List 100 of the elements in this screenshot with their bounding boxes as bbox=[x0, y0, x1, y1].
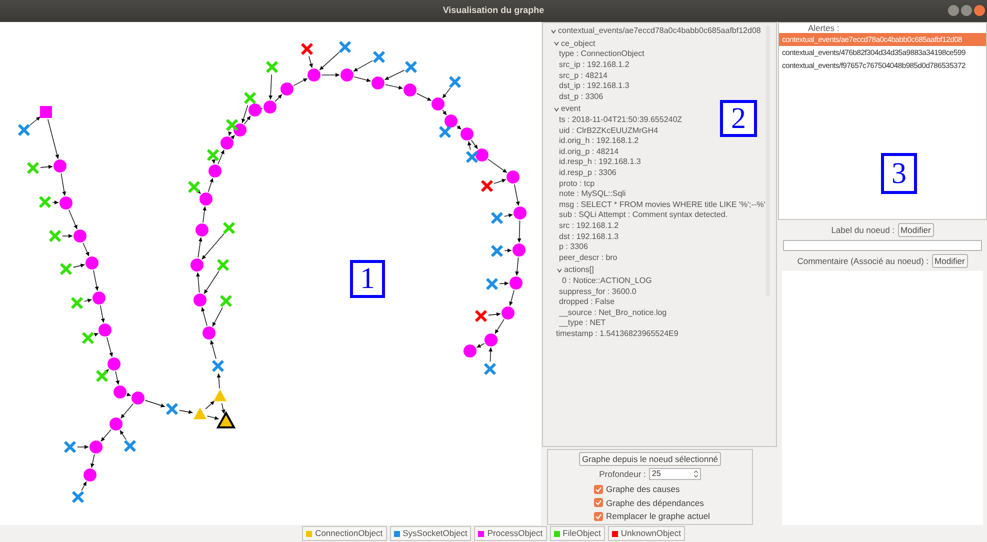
socket-node[interactable] bbox=[486, 278, 498, 290]
process-node[interactable] bbox=[208, 164, 222, 178]
minimize-icon[interactable] bbox=[948, 5, 959, 16]
process-node[interactable] bbox=[506, 170, 520, 184]
process-node[interactable] bbox=[98, 324, 112, 336]
process-node[interactable] bbox=[404, 84, 416, 96]
process-node[interactable] bbox=[132, 392, 144, 404]
process-node[interactable] bbox=[460, 128, 474, 140]
process-node[interactable] bbox=[190, 258, 204, 272]
process-node[interactable] bbox=[514, 206, 526, 220]
expand-icon[interactable] bbox=[554, 41, 559, 46]
tree-item[interactable]: contextual_events/ae7eccd78a0c4babb0c685aafbf12d08 bbox=[558, 27, 761, 36]
connection-node[interactable] bbox=[216, 410, 236, 428]
socket-node[interactable] bbox=[490, 244, 504, 258]
file-node[interactable] bbox=[48, 230, 62, 242]
tree-item[interactable]: note : MySQL::Sqli bbox=[559, 190, 626, 198]
process-node[interactable] bbox=[340, 68, 354, 82]
tree-item[interactable]: __type : NET bbox=[559, 319, 606, 328]
file-node[interactable] bbox=[216, 258, 230, 272]
process-node[interactable] bbox=[464, 344, 476, 358]
tree-item[interactable]: dropped : False bbox=[559, 298, 615, 306]
node-label-field[interactable] bbox=[783, 240, 982, 251]
tree-item[interactable]: id.resp_h : 192.168.1.3 bbox=[559, 158, 641, 166]
maximize-icon[interactable] bbox=[961, 5, 972, 16]
tree-item[interactable]: uid : ClrB2ZKcEUUZMrGH4 bbox=[559, 126, 658, 135]
tree-item[interactable]: 0 : Notice::ACTION_LOG bbox=[562, 276, 652, 285]
tree-item[interactable]: ts : 2018-11-04T21:50:39.655240Z bbox=[559, 116, 682, 124]
process-node[interactable] bbox=[372, 76, 384, 90]
socket-node[interactable] bbox=[72, 490, 84, 504]
process-node[interactable] bbox=[248, 104, 262, 116]
process-node[interactable] bbox=[512, 244, 526, 256]
file-node[interactable] bbox=[70, 296, 84, 310]
file-node[interactable] bbox=[60, 262, 72, 276]
tree-item[interactable]: event bbox=[561, 105, 581, 114]
process-node[interactable] bbox=[110, 418, 122, 430]
socket-node[interactable] bbox=[466, 150, 478, 164]
expand-icon[interactable] bbox=[554, 106, 559, 112]
checkbox[interactable] bbox=[594, 498, 603, 508]
file-node[interactable] bbox=[222, 222, 236, 234]
socket-node[interactable] bbox=[166, 402, 178, 416]
socket-node[interactable] bbox=[404, 60, 418, 74]
tree-item[interactable]: sub : SQLi Attempt : Comment syntax detected. bbox=[559, 211, 728, 220]
tree-item[interactable]: ce_object bbox=[561, 40, 596, 48]
process-node[interactable] bbox=[308, 68, 320, 82]
socket-node[interactable] bbox=[448, 76, 462, 88]
tree-item[interactable]: src : 192.168.1.2 bbox=[559, 222, 619, 230]
graph-button[interactable]: Graphe depuis le noeud sélectionné bbox=[578, 452, 722, 466]
file-node[interactable] bbox=[38, 196, 52, 208]
process-node[interactable] bbox=[280, 82, 294, 96]
process-node[interactable] bbox=[200, 192, 212, 206]
tree-item[interactable]: timestamp : 1.54136823965524E9 bbox=[556, 330, 678, 338]
modify-button[interactable]: Modifier bbox=[932, 254, 968, 268]
process-node[interactable] bbox=[108, 358, 120, 370]
tree-item[interactable]: src_ip : 192.168.1.2 bbox=[559, 61, 630, 70]
tree-item[interactable]: __source : Net_Bro_notice.log bbox=[559, 308, 667, 317]
tree-item[interactable]: id.orig_h : 192.168.1.2 bbox=[559, 137, 639, 146]
tree-item[interactable]: id.orig_p : 48214 bbox=[559, 148, 619, 156]
process-node[interactable] bbox=[220, 136, 234, 150]
expand-icon[interactable] bbox=[551, 28, 556, 34]
expand-icon[interactable] bbox=[557, 268, 562, 273]
process-node[interactable] bbox=[432, 98, 444, 110]
file-node[interactable] bbox=[82, 332, 94, 344]
tree-item[interactable]: suppress_for : 3600.0 bbox=[559, 288, 636, 296]
modify-button[interactable]: Modifier bbox=[898, 223, 934, 237]
file-node[interactable] bbox=[188, 180, 200, 194]
unknown-node[interactable] bbox=[474, 310, 488, 322]
tree-item[interactable]: dst : 192.168.1.3 bbox=[559, 232, 619, 241]
tree-item[interactable]: p : 3306 bbox=[559, 243, 588, 252]
process-node[interactable] bbox=[54, 160, 66, 172]
process-node[interactable] bbox=[92, 292, 106, 304]
checkbox[interactable] bbox=[594, 484, 603, 494]
socket-node[interactable] bbox=[18, 124, 30, 136]
tree-item[interactable]: actions[] bbox=[564, 266, 594, 274]
tree-item[interactable]: type : ConnectionObject bbox=[559, 50, 644, 58]
checkbox[interactable] bbox=[594, 512, 603, 522]
file-node[interactable] bbox=[96, 370, 108, 382]
tree-item[interactable]: dst_ip : 192.168.1.3 bbox=[559, 82, 630, 90]
file-node[interactable] bbox=[266, 60, 278, 74]
tree-item[interactable]: dst_p : 3306 bbox=[559, 92, 604, 101]
process-node[interactable] bbox=[264, 100, 276, 114]
process-node[interactable] bbox=[510, 276, 522, 290]
socket-node[interactable] bbox=[338, 40, 352, 54]
tree-item[interactable]: src_p : 48214 bbox=[559, 72, 608, 80]
connection-node[interactable] bbox=[214, 390, 226, 402]
process-node[interactable] bbox=[502, 306, 514, 320]
process-node[interactable] bbox=[196, 224, 208, 236]
unknown-node[interactable] bbox=[480, 180, 494, 192]
process-node[interactable] bbox=[484, 334, 498, 346]
process-node[interactable] bbox=[444, 114, 458, 128]
socket-node[interactable] bbox=[124, 440, 136, 452]
file-node[interactable] bbox=[244, 92, 256, 104]
socket-node[interactable] bbox=[484, 362, 496, 376]
close-icon[interactable] bbox=[974, 5, 985, 16]
process-node[interactable] bbox=[234, 124, 246, 136]
spin-arrows-icon[interactable] bbox=[694, 470, 698, 478]
socket-node[interactable] bbox=[212, 360, 224, 372]
process-node[interactable] bbox=[60, 196, 72, 210]
tree-item[interactable]: peer_descr : bro bbox=[559, 254, 618, 262]
process-node[interactable] bbox=[194, 294, 206, 306]
process-node[interactable] bbox=[114, 386, 126, 398]
